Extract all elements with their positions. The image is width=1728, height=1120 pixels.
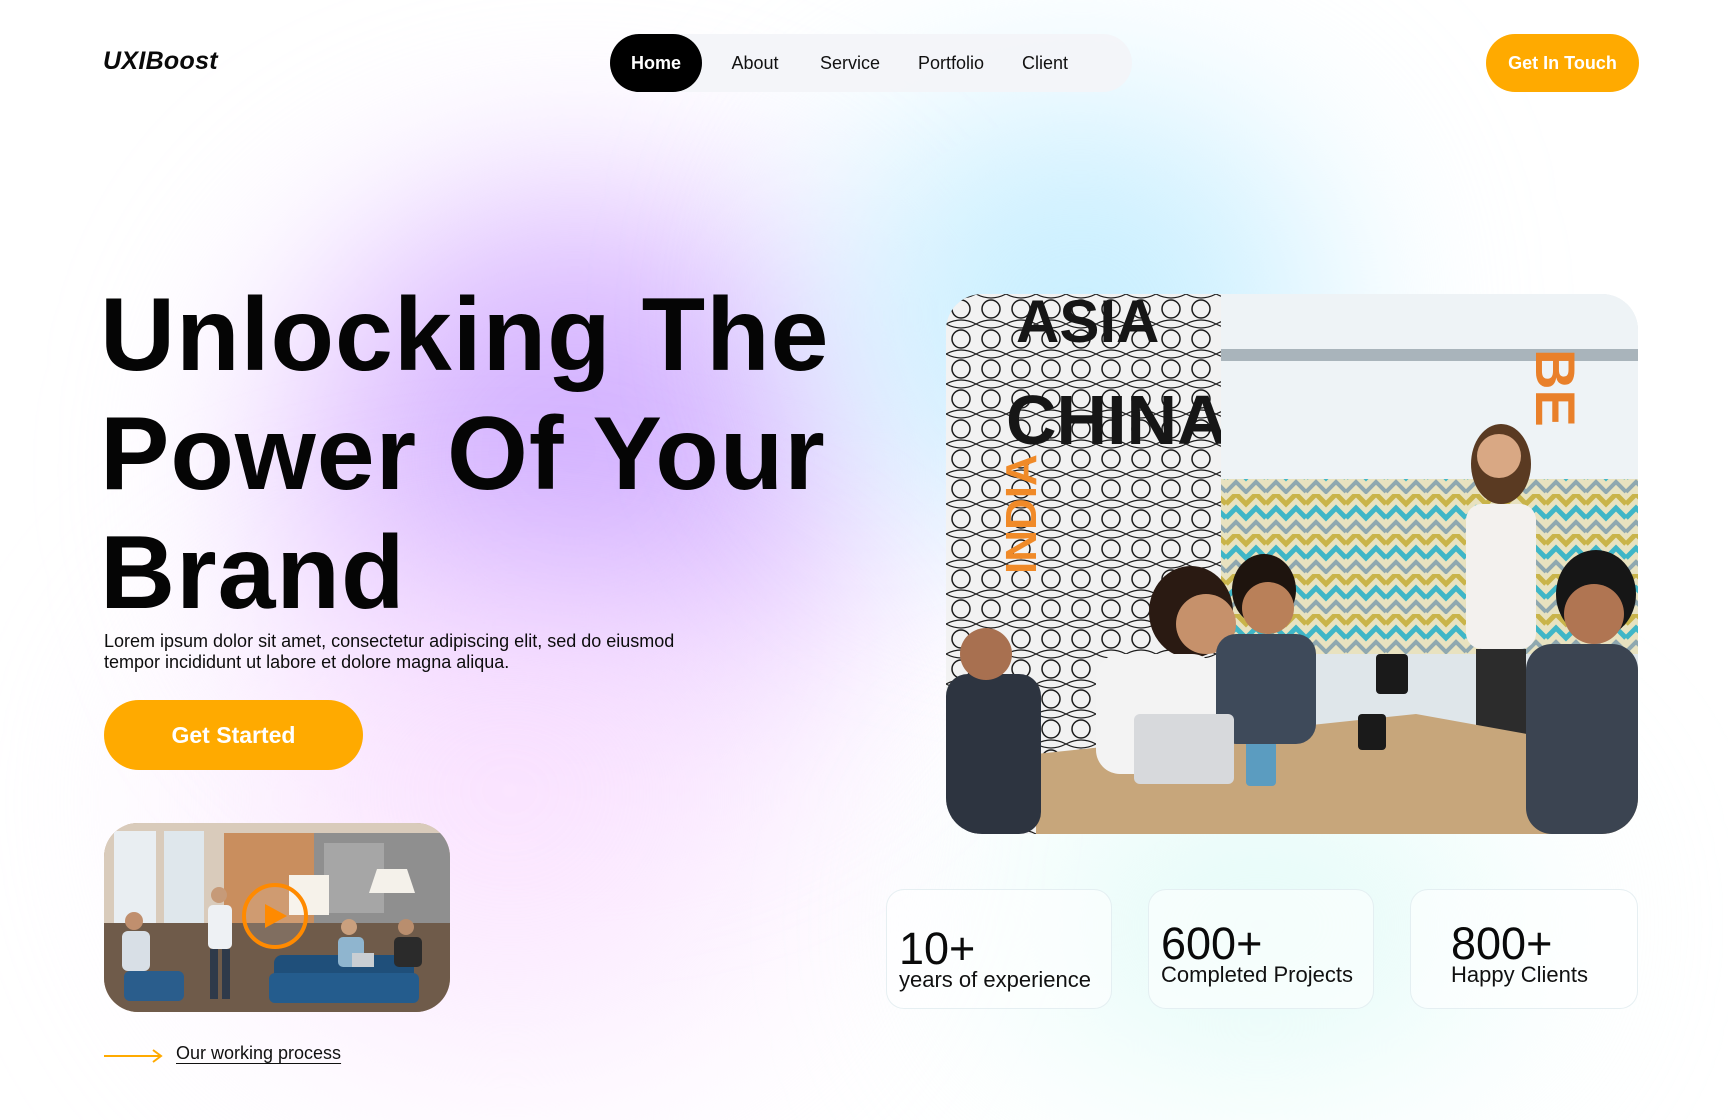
headline-line-1: Unlocking The: [100, 277, 830, 393]
play-button[interactable]: [242, 883, 308, 949]
hero-subtitle: Lorem ipsum dolor sit amet, consectetur …: [104, 631, 675, 672]
hero-photo: ASIA CHINA INDIA BE: [946, 294, 1638, 834]
stat-label: years of experience: [899, 967, 1091, 992]
video-thumbnail[interactable]: [104, 823, 450, 1012]
stat-card-clients: 800+ Happy Clients: [1410, 889, 1638, 1009]
nav-item-service[interactable]: Service: [810, 34, 890, 92]
stat-label: Completed Projects: [1161, 962, 1353, 987]
wall-sign: BE: [1524, 349, 1587, 427]
working-process-label[interactable]: Our working process: [176, 1043, 341, 1064]
get-started-button[interactable]: Get Started: [104, 700, 363, 770]
hero-headline: Unlocking The Power Of Your Brand: [100, 276, 900, 633]
main-nav: Home About Service Portfolio Client: [610, 34, 1132, 92]
nav-item-client[interactable]: Client: [1013, 34, 1077, 92]
play-icon: [265, 904, 287, 928]
nav-item-home[interactable]: Home: [610, 34, 702, 92]
arrow-right-icon: [104, 1049, 163, 1063]
brand-logo[interactable]: UXIBoost: [103, 47, 218, 76]
nav-item-about[interactable]: About: [717, 34, 793, 92]
wall-text-china: CHINA: [1006, 381, 1228, 459]
get-in-touch-button[interactable]: Get In Touch: [1486, 34, 1639, 92]
headline-line-3: Brand: [100, 515, 406, 631]
nav-item-portfolio[interactable]: Portfolio: [908, 34, 994, 92]
wall-text-india: INDIA: [997, 454, 1046, 574]
stat-card-projects: 600+ Completed Projects: [1148, 889, 1374, 1009]
wall-text-asia: ASIA: [1016, 294, 1159, 355]
office-meeting-image: ASIA CHINA INDIA BE: [946, 294, 1638, 834]
stat-card-experience: 10+ years of experience: [886, 889, 1112, 1009]
stat-label: Happy Clients: [1451, 962, 1588, 987]
headline-line-2: Power Of Your: [100, 396, 826, 512]
